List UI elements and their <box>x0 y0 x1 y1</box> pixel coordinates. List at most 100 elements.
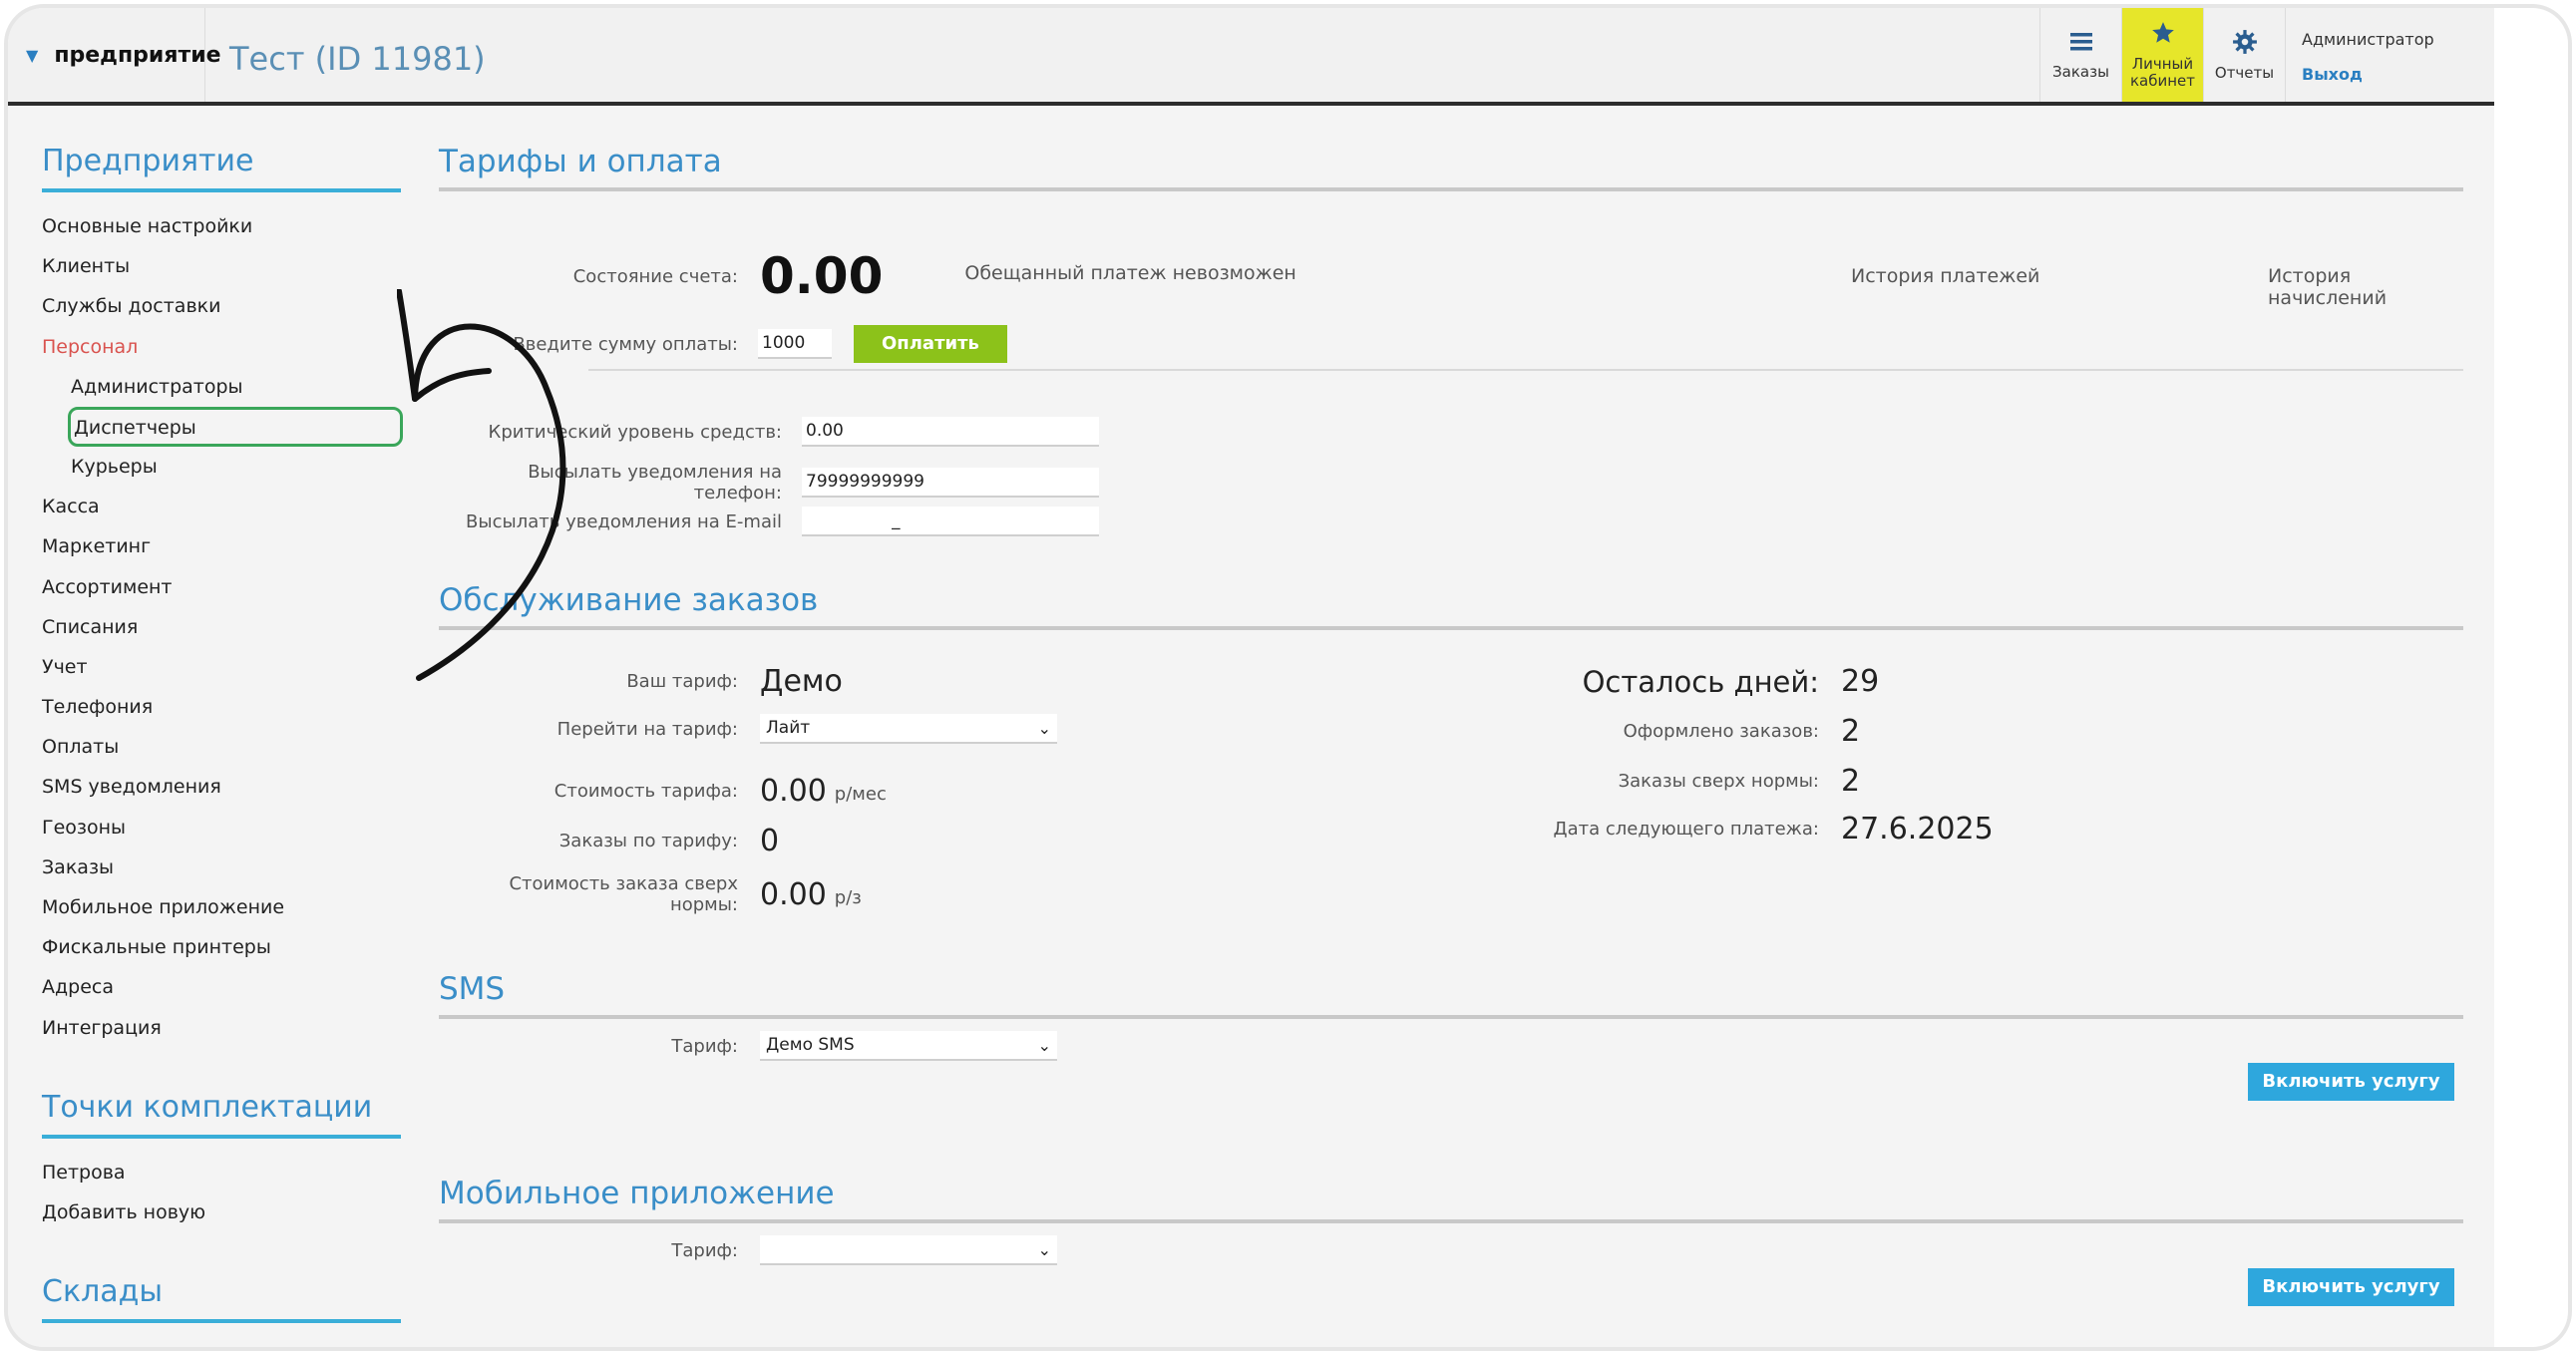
sidebar-item-couriers[interactable]: Курьеры <box>42 447 401 487</box>
phone-input[interactable] <box>802 468 1099 498</box>
charge-history-link[interactable]: История начислений <box>2268 265 2463 309</box>
cost-row: Стоимость тарифа: 0.00 р/мес <box>439 774 887 809</box>
nav-reports[interactable]: Отчеты <box>2203 8 2285 102</box>
nav-orders-label: Заказы <box>2052 62 2109 81</box>
nav-reports-label: Отчеты <box>2214 63 2275 82</box>
placed-label: Оформлено заказов: <box>1623 721 1819 742</box>
sidebar-item-addresses[interactable]: Адреса <box>42 967 401 1007</box>
nav-account[interactable]: Личный кабинет <box>2121 8 2203 102</box>
mobile-enable-button[interactable]: Включить услугу <box>2248 1268 2454 1306</box>
company-name: предприятие <box>54 42 221 68</box>
switch-tariff-row: Перейти на тариф: Лайт ⌄ <box>439 714 1057 744</box>
sidebar-item-fiscal-printers[interactable]: Фискальные принтеры <box>42 927 401 967</box>
user-name: Администратор <box>2302 30 2434 49</box>
service-title: Обслуживание заказов <box>439 582 2463 630</box>
sms-tariff-row: Тариф: Демо SMS ⌄ <box>439 1031 1057 1061</box>
chevron-down-icon: ⌄ <box>1037 718 1051 738</box>
sms-enable-button[interactable]: Включить услугу <box>2248 1063 2454 1101</box>
chevron-down-icon: ⌄ <box>1037 1239 1051 1259</box>
email-input[interactable] <box>802 507 1099 536</box>
promised-payment-note: Обещанный платеж невозможен <box>964 262 1296 284</box>
over-value: 2 <box>1841 764 1861 799</box>
extra-cost-unit: р/з <box>834 886 862 908</box>
sidebar-item-geozones[interactable]: Геозоны <box>42 808 401 847</box>
extra-cost-row: Стоимость заказа сверх нормы: 0.00 р/з <box>439 873 862 915</box>
switch-tariff-label: Перейти на тариф: <box>556 718 738 740</box>
sms-section: SMS <box>439 971 2463 1019</box>
orders-value: 0 <box>760 824 780 858</box>
switch-tariff-select[interactable]: Лайт ⌄ <box>760 714 1057 744</box>
sidebar-point-petrova[interactable]: Петрова <box>42 1153 401 1192</box>
pay-button[interactable]: Оплатить <box>854 325 1007 363</box>
sms-title: SMS <box>439 971 2463 1019</box>
divider <box>588 369 2463 371</box>
placed-row: Оформлено заказов: 2 <box>1436 714 1861 749</box>
sidebar-item-dispatchers-label: Диспетчеры <box>74 416 196 439</box>
sidebar-enterprise-title: Предприятие <box>42 144 401 192</box>
sidebar-item-assortment[interactable]: Ассортимент <box>42 567 401 607</box>
sidebar-point-add-new[interactable]: Добавить новую <box>42 1192 401 1232</box>
sms-tariff-value: Демо SMS <box>766 1035 855 1055</box>
critical-level-input[interactable] <box>802 417 1099 447</box>
sidebar: Предприятие Основные настройки Клиенты С… <box>42 106 403 1337</box>
app: ▼ предприятие Тест (ID 11981) Заказы Лич… <box>8 8 2494 1347</box>
window-frame: ▼ предприятие Тест (ID 11981) Заказы Лич… <box>4 4 2572 1351</box>
balance-value: 0.00 <box>760 247 884 305</box>
nav-account-label: Личный кабинет <box>2129 55 2196 90</box>
sidebar-item-delivery[interactable]: Службы доставки <box>42 286 401 326</box>
over-label: Заказы сверх нормы: <box>1618 771 1819 792</box>
sidebar-item-telephony[interactable]: Телефония <box>42 687 401 727</box>
sidebar-item-mobile-app[interactable]: Мобильное приложение <box>42 887 401 927</box>
sidebar-item-dispatchers[interactable]: Диспетчеры <box>68 406 403 447</box>
sidebar-points-title: Точки комплектации <box>42 1090 401 1139</box>
service-section: Обслуживание заказов <box>439 582 2463 630</box>
extra-cost-label: Стоимость заказа сверх нормы: <box>509 873 738 915</box>
project-title: Тест (ID 11981) <box>229 40 486 78</box>
sidebar-item-sms[interactable]: SMS уведомления <box>42 767 401 807</box>
next-payment-value: 27.6.2025 <box>1841 812 1994 847</box>
top-header: ▼ предприятие Тест (ID 11981) Заказы Лич… <box>8 8 2494 106</box>
orders-label: Заказы по тарифу: <box>558 831 738 851</box>
extra-cost-value: 0.00 <box>760 876 827 912</box>
user-panel: Администратор Выход <box>2285 8 2494 102</box>
mobile-title: Мобильное приложение <box>439 1176 2463 1223</box>
sidebar-item-orders[interactable]: Заказы <box>42 847 401 887</box>
nav-orders[interactable]: Заказы <box>2039 8 2121 102</box>
tariffs-section: Тарифы и оплата <box>439 144 2463 191</box>
sidebar-item-integration[interactable]: Интеграция <box>42 1008 401 1048</box>
star-icon <box>2150 20 2176 52</box>
sidebar-item-main-settings[interactable]: Основные настройки <box>42 206 401 246</box>
over-row: Заказы сверх нормы: 2 <box>1436 764 1861 799</box>
annotation-arrow <box>397 289 566 681</box>
sidebar-item-staff[interactable]: Персонал <box>42 327 401 367</box>
mobile-tariff-select[interactable]: ⌄ <box>760 1235 1057 1265</box>
mobile-tariff-row: Тариф: ⌄ <box>439 1235 1057 1265</box>
chevron-down-icon: ⌄ <box>1037 1035 1051 1055</box>
next-payment-label: Дата следующего платежа: <box>1553 819 1819 840</box>
sidebar-item-accounting[interactable]: Учет <box>42 647 401 687</box>
sidebar-item-admins[interactable]: Администраторы <box>42 367 401 407</box>
cost-label: Стоимость тарифа: <box>553 781 738 802</box>
next-payment-row: Дата следующего платежа: 27.6.2025 <box>1436 812 1994 847</box>
sidebar-item-marketing[interactable]: Маркетинг <box>42 526 401 566</box>
switch-tariff-value: Лайт <box>766 718 811 738</box>
sidebar-item-payments[interactable]: Оплаты <box>42 727 401 767</box>
pay-amount-input[interactable] <box>758 329 832 359</box>
right-margin <box>2494 8 2568 1347</box>
sidebar-item-clients[interactable]: Клиенты <box>42 246 401 286</box>
tariff-value: Демо <box>760 664 843 699</box>
logout-link[interactable]: Выход <box>2302 65 2494 84</box>
company-switcher[interactable]: ▼ предприятие <box>8 8 221 102</box>
sms-tariff-select[interactable]: Демо SMS ⌄ <box>760 1031 1057 1061</box>
cost-value: 0.00 <box>760 774 827 809</box>
menu-icon <box>2068 30 2094 60</box>
sidebar-points: Точки комплектации Петрова Добавить нову… <box>42 1090 401 1232</box>
top-nav: Заказы Личный кабинет Отчеты Администрат… <box>2039 8 2494 102</box>
sidebar-item-writeoffs[interactable]: Списания <box>42 607 401 647</box>
days-left-label: Осталось дней: <box>1582 664 1819 699</box>
days-left-value: 29 <box>1841 664 1880 699</box>
payment-history-link[interactable]: История платежей <box>1851 265 2039 287</box>
sidebar-warehouses-title: Склады <box>42 1274 401 1324</box>
sidebar-item-cash[interactable]: Касса <box>42 487 401 526</box>
triangle-down-icon: ▼ <box>26 45 39 65</box>
